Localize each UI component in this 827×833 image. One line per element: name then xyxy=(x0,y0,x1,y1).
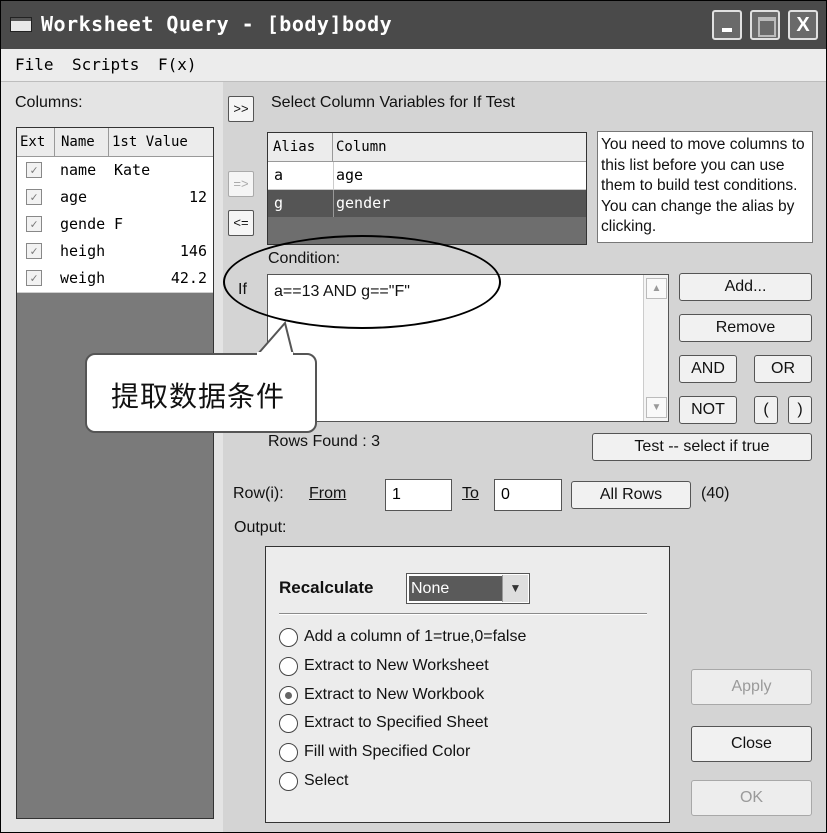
highlight-ellipse xyxy=(223,235,501,329)
add-all-columns-button[interactable]: >> xyxy=(228,96,254,122)
maximize-icon xyxy=(758,17,776,37)
radio-specified-sheet[interactable] xyxy=(279,714,298,733)
minimize-button[interactable] xyxy=(712,10,742,40)
column-name: gende xyxy=(60,215,106,233)
close-paren-button[interactable]: ) xyxy=(788,396,812,424)
row-count: (40) xyxy=(701,485,730,502)
recalculate-value: None xyxy=(409,576,503,601)
column-first-value: F xyxy=(114,215,124,233)
to-input[interactable]: 0 xyxy=(494,479,562,511)
header-alias[interactable]: Alias xyxy=(268,133,333,161)
radio-new-worksheet[interactable] xyxy=(279,657,298,676)
column-row[interactable]: ✓ name Kate xyxy=(17,157,213,185)
column-row[interactable]: ✓ heigh 146 xyxy=(17,238,213,266)
minimize-icon xyxy=(722,28,732,32)
row-label: Row(i): xyxy=(233,485,284,502)
radio-label[interactable]: Add a column of 1=true,0=false xyxy=(304,628,526,646)
help-text: You need to move columns to this list be… xyxy=(597,131,813,243)
remove-button[interactable]: Remove xyxy=(679,314,812,342)
radio-select[interactable] xyxy=(279,772,298,791)
radio-add-column[interactable] xyxy=(279,628,298,647)
alias-table[interactable]: Alias Column a age g gender xyxy=(267,132,587,245)
add-button[interactable]: Add... xyxy=(679,273,812,301)
header-first-value[interactable]: 1st Value xyxy=(109,128,213,156)
column-name: name xyxy=(60,161,97,179)
not-button[interactable]: NOT xyxy=(679,396,737,424)
column-first-value: 146 xyxy=(179,242,207,260)
columns-list[interactable]: Ext Name 1st Value ✓ name Kate ✓ age 12 … xyxy=(16,127,214,819)
column-name: age xyxy=(60,188,88,206)
radio-new-workbook[interactable] xyxy=(279,686,298,705)
maximize-button[interactable] xyxy=(750,10,780,40)
all-rows-button[interactable]: All Rows xyxy=(571,481,691,509)
alias-table-header: Alias Column xyxy=(268,133,586,162)
output-label: Output: xyxy=(234,519,287,536)
column-row[interactable]: ✓ gende F xyxy=(17,211,213,239)
header-name[interactable]: Name xyxy=(55,128,109,156)
worksheet-query-window: Worksheet Query - [body]body X File Scri… xyxy=(0,0,827,833)
radio-label[interactable]: Extract to Specified Sheet xyxy=(304,714,488,732)
ext-checkbox[interactable]: ✓ xyxy=(26,216,42,232)
radio-label[interactable]: Extract to New Workbook xyxy=(304,686,484,704)
alias-column-cell: age xyxy=(336,166,364,184)
column-row[interactable]: ✓ weigh 42.2 xyxy=(17,265,213,293)
add-column-button[interactable]: => xyxy=(228,171,254,197)
columns-list-header: Ext Name 1st Value xyxy=(17,128,213,157)
annotation-callout: 提取数据条件 xyxy=(85,353,317,433)
header-ext[interactable]: Ext xyxy=(17,128,55,156)
close-icon: X xyxy=(796,14,810,36)
close-button[interactable]: Close xyxy=(691,726,812,762)
ext-checkbox[interactable]: ✓ xyxy=(26,189,42,205)
rows-found-label: Rows Found : 3 xyxy=(268,433,381,450)
close-window-button[interactable]: X xyxy=(788,10,818,40)
column-row[interactable]: ✓ age 12 xyxy=(17,184,213,212)
columns-label: Columns: xyxy=(15,94,83,111)
alias-cell[interactable]: g xyxy=(274,194,283,212)
ext-checkbox[interactable]: ✓ xyxy=(26,162,42,178)
from-input[interactable]: 1 xyxy=(385,479,452,511)
column-name: weigh xyxy=(60,269,106,287)
window-icon xyxy=(10,17,32,32)
and-button[interactable]: AND xyxy=(679,355,737,383)
menu-bar: File Scripts F(x) xyxy=(1,49,826,82)
condition-scrollbar[interactable]: ▲ ▼ xyxy=(643,275,668,421)
alias-row-selected[interactable]: g gender xyxy=(268,190,586,217)
menu-fx[interactable]: F(x) xyxy=(158,55,197,74)
menu-scripts[interactable]: Scripts xyxy=(72,55,139,74)
alias-column-cell: gender xyxy=(336,194,391,212)
window-title: Worksheet Query - [body]body xyxy=(41,12,393,36)
radio-label[interactable]: Extract to New Worksheet xyxy=(304,657,489,675)
recalculate-select[interactable]: None ▼ xyxy=(406,573,530,604)
output-divider xyxy=(279,613,647,615)
radio-label[interactable]: Fill with Specified Color xyxy=(304,743,470,761)
column-first-value: 12 xyxy=(188,188,207,206)
column-name: heigh xyxy=(60,242,106,260)
radio-fill-color[interactable] xyxy=(279,743,298,762)
ext-checkbox[interactable]: ✓ xyxy=(26,270,42,286)
remove-column-button[interactable]: <= xyxy=(228,210,254,236)
to-label: To xyxy=(462,485,479,502)
ok-button[interactable]: OK xyxy=(691,780,812,816)
open-paren-button[interactable]: ( xyxy=(754,396,778,424)
test-button[interactable]: Test -- select if true xyxy=(592,433,812,461)
scroll-down-icon[interactable]: ▼ xyxy=(646,397,667,418)
select-variables-label: Select Column Variables for If Test xyxy=(271,94,515,111)
alias-row[interactable]: a age xyxy=(268,162,586,190)
alias-cell[interactable]: a xyxy=(274,166,283,184)
ext-checkbox[interactable]: ✓ xyxy=(26,243,42,259)
apply-button[interactable]: Apply xyxy=(691,669,812,705)
scroll-up-icon[interactable]: ▲ xyxy=(646,278,667,299)
from-label: From xyxy=(309,485,347,502)
radio-label[interactable]: Select xyxy=(304,772,348,790)
column-first-value: Kate xyxy=(114,161,151,179)
callout-joint xyxy=(257,352,293,356)
chevron-down-icon[interactable]: ▼ xyxy=(502,575,528,602)
menu-file[interactable]: File xyxy=(15,55,54,74)
or-button[interactable]: OR xyxy=(754,355,812,383)
title-bar[interactable]: Worksheet Query - [body]body X xyxy=(1,1,826,49)
column-first-value: 42.2 xyxy=(170,269,207,287)
callout-text: 提取数据条件 xyxy=(111,380,286,413)
recalculate-label: Recalculate xyxy=(279,578,374,597)
header-column[interactable]: Column xyxy=(333,133,586,161)
